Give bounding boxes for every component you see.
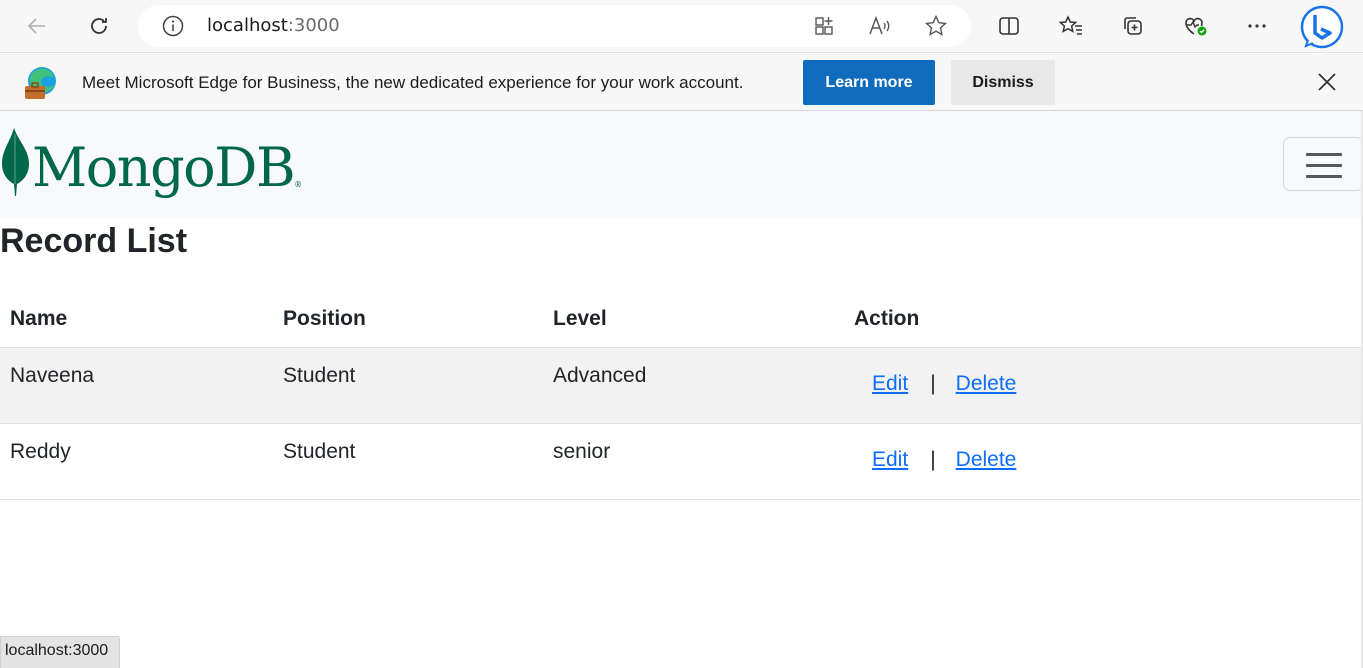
browser-essentials-icon[interactable]	[1177, 8, 1213, 44]
favorites-icon[interactable]	[1053, 8, 1089, 44]
navbar-toggler-button[interactable]	[1283, 137, 1363, 191]
table-header-row: Name Position Level Action	[0, 292, 1363, 348]
site-info-icon[interactable]	[162, 15, 184, 41]
read-aloud-icon[interactable]	[867, 13, 893, 39]
hamburger-bar	[1306, 175, 1342, 178]
edge-business-infobar: Meet Microsoft Edge for Business, the ne…	[0, 54, 1363, 111]
back-icon[interactable]	[19, 8, 55, 44]
brand-logo[interactable]: MongoDB ®	[0, 128, 302, 208]
delete-link[interactable]: Delete	[956, 372, 1017, 395]
collections-icon[interactable]	[1115, 8, 1151, 44]
learn-more-button[interactable]: Learn more	[803, 60, 935, 105]
delete-link[interactable]: Delete	[956, 448, 1017, 471]
table-row: Naveena Student Advanced Edit | Delete	[0, 347, 1363, 424]
hamburger-bar	[1306, 153, 1342, 156]
browser-toolbar: localhost:3000	[0, 0, 1363, 53]
cell-name: Reddy	[0, 423, 273, 500]
favorite-star-icon[interactable]	[923, 13, 949, 39]
column-header-name: Name	[0, 292, 273, 348]
cell-actions: Edit | Delete	[844, 347, 1363, 424]
mongodb-leaf-icon	[2, 128, 29, 196]
copilot-icon[interactable]	[1300, 5, 1344, 49]
dismiss-button[interactable]: Dismiss	[951, 60, 1055, 105]
edit-link[interactable]: Edit	[872, 448, 908, 471]
url-text[interactable]: localhost:3000	[207, 15, 340, 36]
status-bar-url: localhost:3000	[0, 636, 120, 668]
action-separator: |	[930, 371, 936, 395]
close-icon[interactable]	[1313, 68, 1341, 96]
column-header-action: Action	[844, 292, 1363, 348]
registered-mark: ®	[294, 180, 303, 189]
cell-name: Naveena	[0, 347, 273, 424]
refresh-icon[interactable]	[81, 8, 117, 44]
more-icon[interactable]	[1239, 8, 1275, 44]
cell-position: Student	[273, 347, 543, 424]
site-navbar: MongoDB ®	[0, 111, 1363, 218]
cell-actions: Edit | Delete	[844, 423, 1363, 500]
address-bar[interactable]: localhost:3000	[138, 5, 971, 47]
page-title: Record List	[0, 222, 188, 260]
action-separator: |	[930, 447, 936, 471]
table-row: Reddy Student senior Edit | Delete	[0, 423, 1363, 500]
column-header-level: Level	[543, 292, 844, 348]
app-available-icon[interactable]	[811, 13, 837, 39]
split-screen-icon[interactable]	[991, 8, 1027, 44]
brand-name: MongoDB	[32, 136, 296, 199]
column-header-position: Position	[273, 292, 543, 348]
edit-link[interactable]: Edit	[872, 372, 908, 395]
hamburger-bar	[1306, 164, 1342, 167]
cell-level: Advanced	[543, 347, 844, 424]
edge-business-logo-icon	[24, 66, 60, 104]
record-table: Name Position Level Action Naveena Stude…	[0, 292, 1363, 500]
cell-level: senior	[543, 423, 844, 500]
cell-position: Student	[273, 423, 543, 500]
infobar-message: Meet Microsoft Edge for Business, the ne…	[82, 73, 744, 92]
